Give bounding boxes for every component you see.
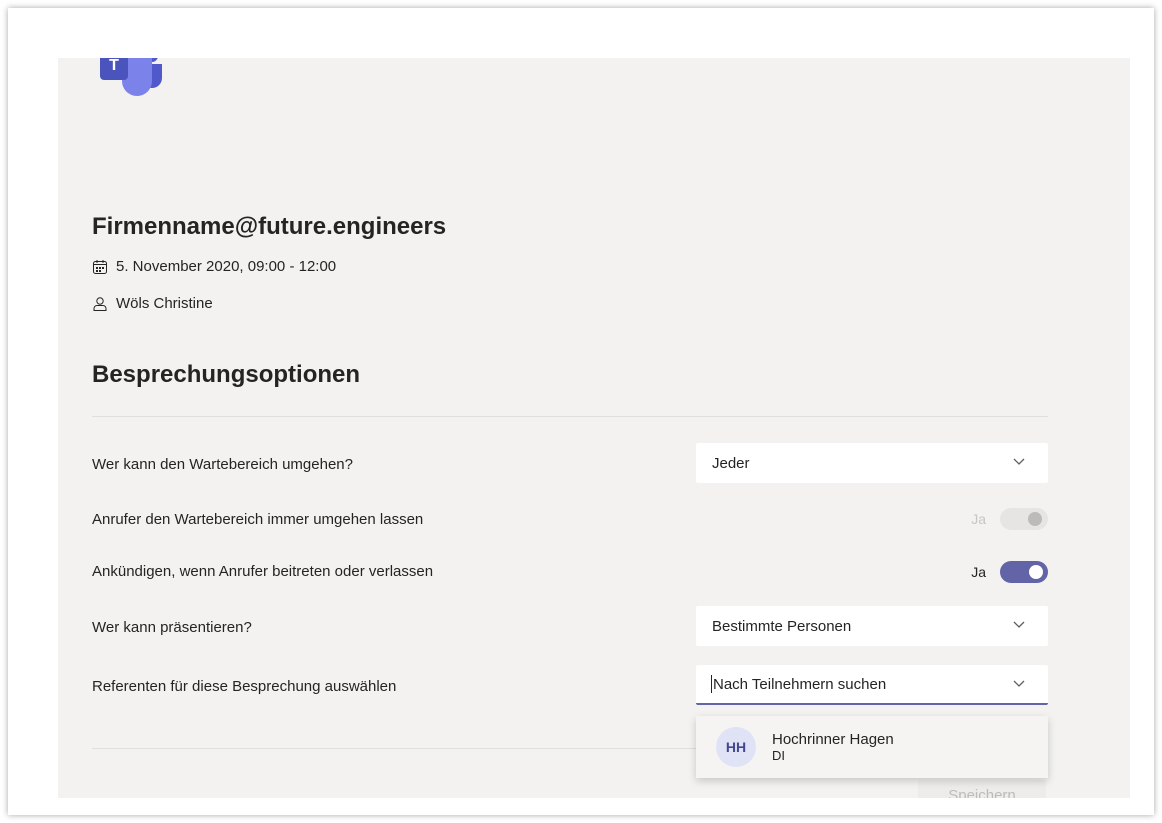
lobby-bypass-value: Jeder — [712, 454, 750, 472]
meeting-title: Firmenname@future.engineers — [92, 213, 447, 240]
callers-bypass-toggle[interactable] — [1000, 508, 1048, 530]
save-button[interactable]: Speichern — [918, 780, 1046, 798]
lobby-bypass-label: Wer kann den Wartebereich umgehen? — [92, 456, 353, 473]
calendar-icon — [92, 259, 108, 275]
text-caret — [711, 675, 712, 693]
teams-logo-icon: T — [100, 58, 166, 106]
person-icon — [92, 296, 108, 312]
announce-toggle-group: Ja — [971, 561, 1048, 583]
lobby-bypass-select[interactable]: Jeder — [696, 443, 1048, 483]
meeting-options-panel: T Firmenname@future.engineers 5. Novembe… — [58, 58, 1130, 798]
presenters-select[interactable]: Bestimmte Personen — [696, 606, 1048, 646]
window-frame: T Firmenname@future.engineers 5. Novembe… — [8, 8, 1154, 815]
announce-toggle-text: Ja — [971, 564, 986, 580]
callers-bypass-toggle-group: Ja — [971, 508, 1048, 530]
meeting-datetime-row: 5. November 2020, 09:00 - 12:00 — [92, 258, 336, 275]
chevron-down-icon — [1012, 454, 1026, 468]
meeting-datetime: 5. November 2020, 09:00 - 12:00 — [116, 258, 337, 275]
avatar: HH — [716, 727, 756, 767]
suggestion-name: Hochrinner Hagen — [772, 731, 894, 748]
presenter-search-placeholder: Nach Teilnehmern suchen — [713, 675, 887, 693]
callers-bypass-label: Anrufer den Wartebereich immer umgehen l… — [92, 511, 424, 528]
divider — [92, 416, 1048, 417]
presenters-value: Bestimmte Personen — [712, 617, 852, 635]
presenters-label: Wer kann präsentieren? — [92, 619, 252, 636]
suggestion-subtitle: DI — [772, 748, 785, 763]
presenter-search-input[interactable]: Nach Teilnehmern suchen — [696, 665, 1048, 705]
meeting-organizer: Wöls Christine — [116, 295, 213, 312]
select-presenters-label: Referenten für diese Besprechung auswähl… — [92, 678, 397, 695]
presenter-suggestion-item[interactable]: HH Hochrinner Hagen DI — [696, 716, 1048, 778]
meeting-organizer-row: Wöls Christine — [92, 295, 213, 312]
announce-label: Ankündigen, wenn Anrufer beitreten oder … — [92, 563, 434, 580]
announce-toggle[interactable] — [1000, 561, 1048, 583]
chevron-down-icon — [1012, 676, 1026, 690]
section-title: Besprechungsoptionen — [92, 361, 361, 388]
callers-bypass-toggle-text: Ja — [971, 511, 986, 527]
chevron-down-icon — [1012, 617, 1026, 631]
